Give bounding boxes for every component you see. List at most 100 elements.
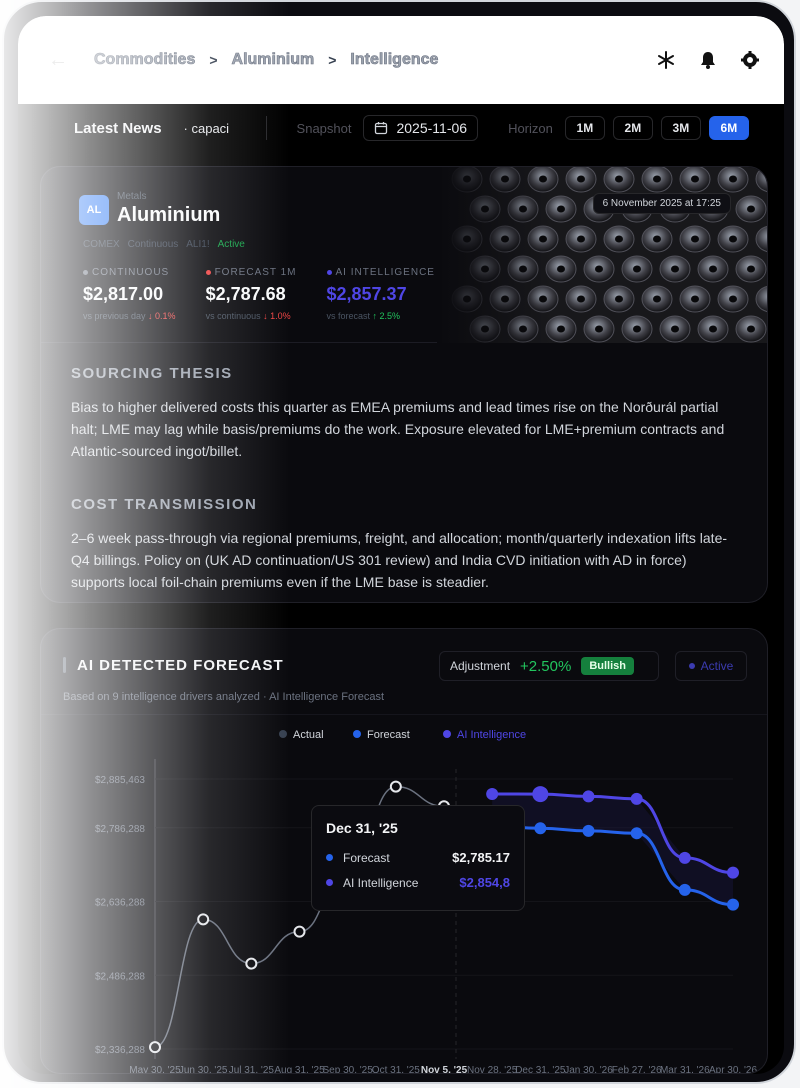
asset-overview-card: AL Metals Aluminium 6 November 2025 at 1… [40, 166, 768, 603]
metric-ai-intelligence: AI INTELLIGENCE $2,857.37 vs forecast ↑ … [326, 267, 435, 321]
ai-intelligence-point[interactable] [486, 787, 499, 800]
legend-label[interactable]: AI Intelligence [457, 729, 526, 741]
breadcrumb-aluminium[interactable]: Aluminium [231, 51, 314, 69]
breadcrumb-commodities[interactable]: Commodities [94, 51, 196, 69]
tooltip-date: Dec 31, '25 [326, 820, 398, 836]
x-tick-label: Jun 30, '25 [179, 1065, 228, 1074]
metric-sub-label: vs previous day [83, 311, 146, 321]
actual-point[interactable] [149, 1041, 161, 1054]
y-tick-label: $2,786,288 [95, 824, 145, 835]
x-tick-label: Sep 30, '25 [323, 1065, 374, 1074]
status-toggle[interactable]: Active [675, 651, 747, 681]
metric-label: FORECAST 1M [214, 267, 297, 278]
forecast-band [492, 793, 733, 905]
status-tag: Active [217, 239, 245, 250]
sourcing-thesis-heading: SOURCING THESIS [71, 365, 233, 382]
horizon-toggle: 1M 2M 3M 6M [564, 116, 749, 140]
status-label: Active [700, 659, 734, 673]
cost-transmission-text: 2–6 week pass-through via regional premi… [71, 530, 728, 590]
forecast-title: AI DETECTED FORECAST [77, 657, 284, 674]
forecast-point[interactable] [534, 822, 547, 835]
news-bar: Latest News · capaci Snapshot 2025-11-06… [18, 104, 784, 152]
horizon-6m-button[interactable]: 6M [708, 116, 749, 140]
tooltip-row-ai: AI Intelligence $2,854,8 [326, 875, 510, 890]
divider [265, 116, 267, 140]
forecast-header: AI DETECTED FORECAST Based on 9 intellig… [41, 629, 767, 715]
horizon-3m-button[interactable]: 3M [660, 116, 701, 140]
y-tick-label: $2,885,463 [95, 775, 145, 786]
snapshot-timestamp: 6 November 2025 at 17:25 [592, 193, 731, 214]
ai-dot-icon [326, 879, 333, 886]
metric-value: $2,787.68 [205, 284, 286, 304]
ai-intelligence-point[interactable] [727, 866, 739, 879]
adjustment-value: +2.50% [520, 657, 572, 675]
forecast-dot-icon [326, 854, 333, 861]
sourcing-thesis-text: Bias to higher delivered costs this quar… [71, 399, 725, 459]
calendar-icon [375, 122, 388, 135]
ticker-tag: ALI1! [186, 239, 210, 250]
metric-change: ↓ 1.0% [263, 311, 291, 321]
y-tick-label: $2,636,288 [95, 898, 145, 909]
header-actions [656, 50, 760, 70]
legend-label[interactable]: Actual [293, 729, 324, 741]
breadcrumb-intelligence: Intelligence [350, 51, 439, 69]
gear-icon[interactable] [740, 50, 760, 70]
tooltip-series-name: Forecast [343, 850, 390, 865]
exchange-tag: COMEX [83, 239, 120, 250]
forecast-point[interactable] [582, 824, 595, 837]
snowflake-icon[interactable] [656, 50, 676, 70]
ai-intelligence-point[interactable] [532, 786, 549, 803]
legend-label[interactable]: Forecast [367, 729, 410, 741]
snapshot-date-picker[interactable]: 2025-11-06 [363, 115, 479, 141]
metric-continuous: CONTINUOUS $2,817.00 vs previous day ↓ 0… [83, 267, 176, 321]
forecast-point[interactable] [727, 898, 739, 911]
x-tick-label: Aug 31, '25 [274, 1065, 325, 1074]
horizon-1m-button[interactable]: 1M [564, 116, 605, 140]
bell-icon[interactable] [698, 50, 718, 70]
legend-dot-icon [279, 730, 287, 738]
x-tick-label: Nov 28, '25 [467, 1065, 518, 1074]
asset-name: Aluminium [117, 204, 221, 226]
y-tick-label: $2,336,288 [95, 1045, 145, 1056]
ai-intelligence-point[interactable] [630, 792, 643, 805]
actual-point[interactable] [389, 780, 402, 793]
cost-transmission-heading: COST TRANSMISSION [71, 496, 258, 513]
series-dot-icon [205, 269, 211, 275]
sentiment-badge: Bullish [581, 657, 634, 675]
actual-point[interactable] [197, 913, 210, 926]
chart-tooltip: Dec 31, '25 Forecast $2,785.17 AI Intell… [311, 805, 525, 911]
accent-bar [63, 657, 66, 673]
horizon-2m-button[interactable]: 2M [612, 116, 653, 140]
tooltip-series-value: $2,854,8 [459, 875, 510, 890]
tooltip-series-name: AI Intelligence [343, 875, 419, 890]
asset-tags: COMEX Continuous ALI1! Active [83, 239, 245, 250]
metric-forecast-1m: FORECAST 1M $2,787.68 vs continuous ↓ 1.… [205, 267, 297, 321]
forecast-point[interactable] [630, 827, 643, 840]
tooltip-series-value: $2,785.17 [452, 850, 510, 865]
breadcrumb-separator: > [209, 52, 218, 68]
actual-point[interactable] [245, 957, 258, 970]
forecast-subtitle: Based on 9 intelligence drivers analyzed… [63, 691, 385, 703]
ai-intelligence-point[interactable] [582, 790, 595, 803]
contract-tag: Continuous [127, 239, 179, 250]
metric-label: AI INTELLIGENCE [335, 267, 435, 278]
metric-sub-label: vs forecast [326, 311, 371, 321]
asset-badge: AL [79, 195, 109, 225]
series-dot-icon [326, 269, 332, 275]
news-ticker[interactable]: · capaci [184, 121, 236, 136]
x-tick-label: May 30, '25 [129, 1065, 181, 1074]
back-arrow-icon[interactable]: ← [48, 49, 68, 72]
device-frame: ← Commodities > Aluminium > Intelligence [2, 0, 796, 1084]
x-tick-label: Mar 31, '26 [660, 1065, 710, 1074]
x-tick-label: Jul 31, '25 [229, 1065, 275, 1074]
legend-dot-icon [443, 730, 451, 738]
adjustment-badge: Adjustment +2.50% Bullish [439, 651, 659, 681]
metric-label: CONTINUOUS [92, 267, 170, 278]
x-tick-label: Jan 30, '26 [564, 1065, 613, 1074]
actual-point[interactable] [293, 925, 306, 938]
tooltip-row-forecast: Forecast $2,785.17 [326, 850, 510, 865]
forecast-point[interactable] [678, 883, 691, 896]
ai-intelligence-point[interactable] [678, 851, 691, 864]
x-tick-label: Dec 31, '25 [515, 1065, 566, 1074]
legend-dot-icon [353, 730, 361, 738]
